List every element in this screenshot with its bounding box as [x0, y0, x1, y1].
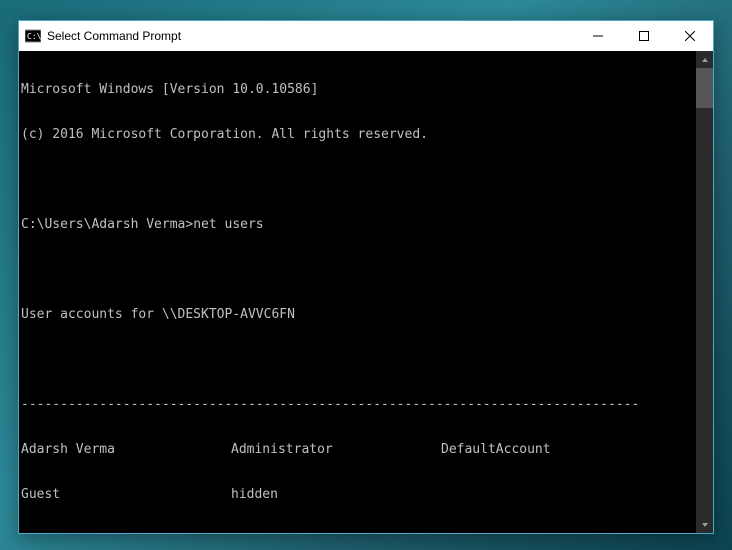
- titlebar[interactable]: C:\ Select Command Prompt: [19, 21, 713, 51]
- user-cell: Administrator: [231, 442, 441, 457]
- prompt-line-0: C:\Users\Adarsh Verma>net users: [21, 217, 694, 232]
- cmd-icon: C:\: [25, 28, 41, 44]
- console-output[interactable]: Microsoft Windows [Version 10.0.10586] (…: [19, 51, 696, 533]
- svg-text:C:\: C:\: [27, 32, 41, 41]
- accounts-header: User accounts for \\DESKTOP-AVVC6FN: [21, 307, 694, 322]
- maximize-button[interactable]: [621, 21, 667, 51]
- user-row-1: Guesthidden: [21, 487, 694, 502]
- user-cell: [441, 487, 651, 502]
- user-cell: DefaultAccount: [441, 442, 651, 457]
- user-cell: Guest: [21, 487, 231, 502]
- console-area: Microsoft Windows [Version 10.0.10586] (…: [19, 51, 713, 533]
- prompt-text: C:\Users\Adarsh Verma>: [21, 217, 193, 232]
- close-button[interactable]: [667, 21, 713, 51]
- blank-line: [21, 352, 694, 367]
- divider-line: ----------------------------------------…: [21, 397, 694, 412]
- scroll-thumb[interactable]: [696, 68, 713, 108]
- command-text: net users: [193, 217, 263, 232]
- command-prompt-window: C:\ Select Command Prompt Microsoft Wind…: [18, 20, 714, 534]
- version-line: Microsoft Windows [Version 10.0.10586]: [21, 82, 694, 97]
- scroll-down-arrow-icon[interactable]: [696, 516, 713, 533]
- copyright-line: (c) 2016 Microsoft Corporation. All righ…: [21, 127, 694, 142]
- completed-line: The command completed successfully.: [21, 532, 694, 533]
- window-title: Select Command Prompt: [47, 29, 181, 43]
- minimize-button[interactable]: [575, 21, 621, 51]
- blank-line: [21, 172, 694, 187]
- user-cell: hidden: [231, 487, 441, 502]
- vertical-scrollbar[interactable]: [696, 51, 713, 533]
- blank-line: [21, 262, 694, 277]
- user-cell: Adarsh Verma: [21, 442, 231, 457]
- user-row-0: Adarsh VermaAdministratorDefaultAccount: [21, 442, 694, 457]
- window-controls: [575, 21, 713, 51]
- scroll-up-arrow-icon[interactable]: [696, 51, 713, 68]
